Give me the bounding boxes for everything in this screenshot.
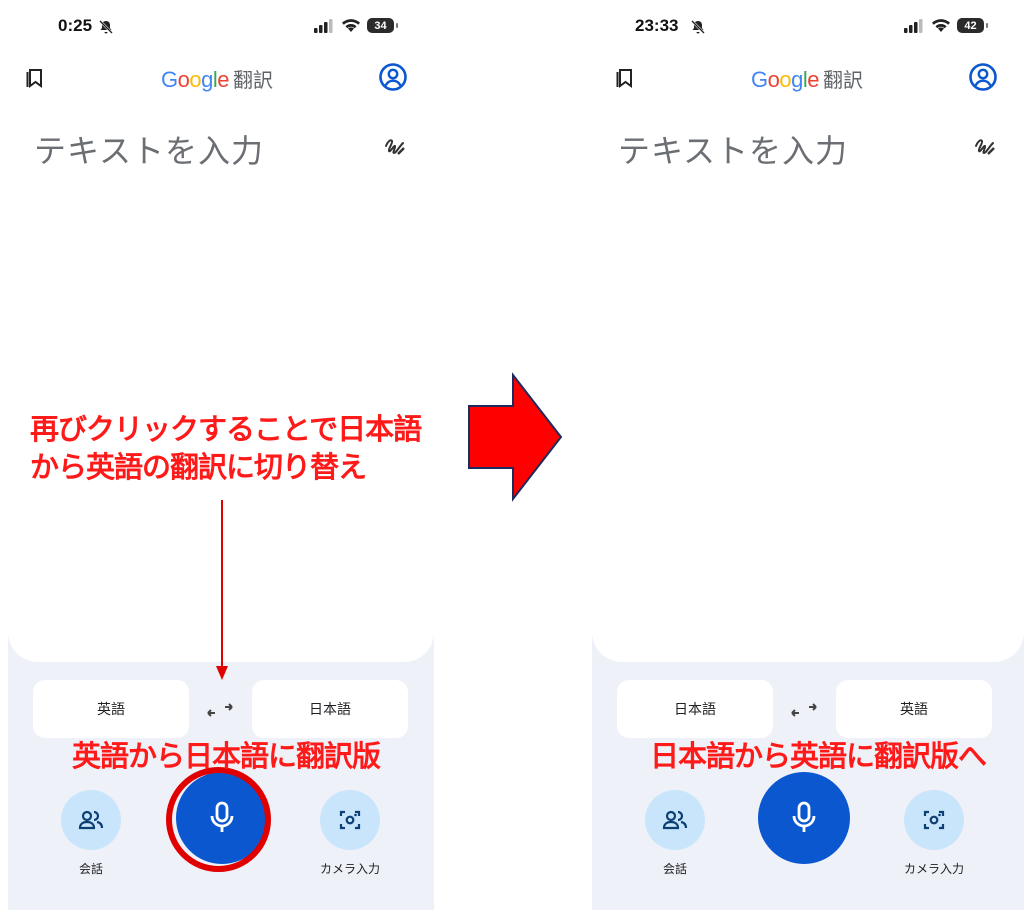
- mic-icon: [792, 801, 816, 832]
- status-icons: 34: [313, 18, 398, 33]
- camera-icon: [923, 810, 945, 830]
- status-icons: 42: [903, 18, 988, 33]
- app-title: Google 翻訳: [0, 64, 434, 93]
- title-suffix: 翻訳: [823, 68, 863, 92]
- app-header: Google 翻訳: [590, 60, 1024, 100]
- app-header: Google 翻訳: [0, 60, 434, 100]
- text-input-placeholder[interactable]: テキストを入力: [618, 126, 848, 172]
- bell-muted-icon: [99, 20, 113, 34]
- conversation-button[interactable]: [61, 790, 121, 850]
- conversation-label: 会話: [78, 862, 103, 876]
- bell-muted-icon: [691, 20, 705, 34]
- conversation-icon: [78, 810, 104, 830]
- phone-screen-left: 0:25 34 Google 翻訳 テキストを入力 英語 日本語 会話 カメラ入…: [0, 0, 434, 910]
- signal-icon: [904, 18, 923, 33]
- down-arrow-annotation: [216, 500, 228, 680]
- battery-icon: 34: [367, 18, 398, 33]
- battery-icon: 42: [957, 18, 988, 33]
- camera-label: カメラ入力: [903, 862, 964, 876]
- status-time: 0:25: [58, 16, 93, 35]
- handwrite-icon[interactable]: [974, 136, 996, 158]
- swap-icon[interactable]: [206, 698, 234, 722]
- target-language-button[interactable]: 英語: [836, 680, 992, 738]
- mic-button[interactable]: [758, 772, 850, 864]
- right-caption-annotation: 日本語から英語に翻訳版へ: [650, 739, 987, 773]
- swap-icon[interactable]: [790, 698, 818, 722]
- mic-highlight-circle: [166, 767, 271, 872]
- target-language-button[interactable]: 日本語: [252, 680, 408, 738]
- camera-label: カメラ入力: [319, 862, 380, 876]
- account-icon[interactable]: [968, 62, 998, 92]
- left-caption-annotation: 英語から日本語に翻訳版: [72, 739, 381, 773]
- app-title: Google 翻訳: [590, 64, 1024, 93]
- wifi-icon: [932, 19, 950, 32]
- google-logo: Google: [160, 67, 230, 92]
- title-suffix: 翻訳: [233, 68, 273, 92]
- conversation-button[interactable]: [645, 790, 705, 850]
- google-logo: Google: [750, 67, 820, 92]
- text-input-placeholder[interactable]: テキストを入力: [34, 126, 264, 172]
- instruction-annotation: 再びクリックすることで日本語から英語の翻訳に切り替え: [30, 412, 422, 484]
- handwrite-icon[interactable]: [384, 136, 406, 158]
- account-icon[interactable]: [378, 62, 408, 92]
- wifi-icon: [342, 19, 360, 32]
- source-language-button[interactable]: 英語: [33, 680, 189, 738]
- camera-button[interactable]: [904, 790, 964, 850]
- source-language-button[interactable]: 日本語: [617, 680, 773, 738]
- status-bar: 23:33 42: [590, 0, 1024, 56]
- conversation-icon: [662, 810, 688, 830]
- conversation-label: 会話: [662, 862, 687, 876]
- text-input-card[interactable]: [592, 120, 1024, 662]
- camera-button[interactable]: [320, 790, 380, 850]
- status-bar: 0:25 34: [0, 0, 434, 56]
- right-arrow-annotation: [468, 372, 563, 502]
- signal-icon: [314, 18, 333, 33]
- status-time: 23:33: [635, 16, 679, 35]
- camera-icon: [339, 810, 361, 830]
